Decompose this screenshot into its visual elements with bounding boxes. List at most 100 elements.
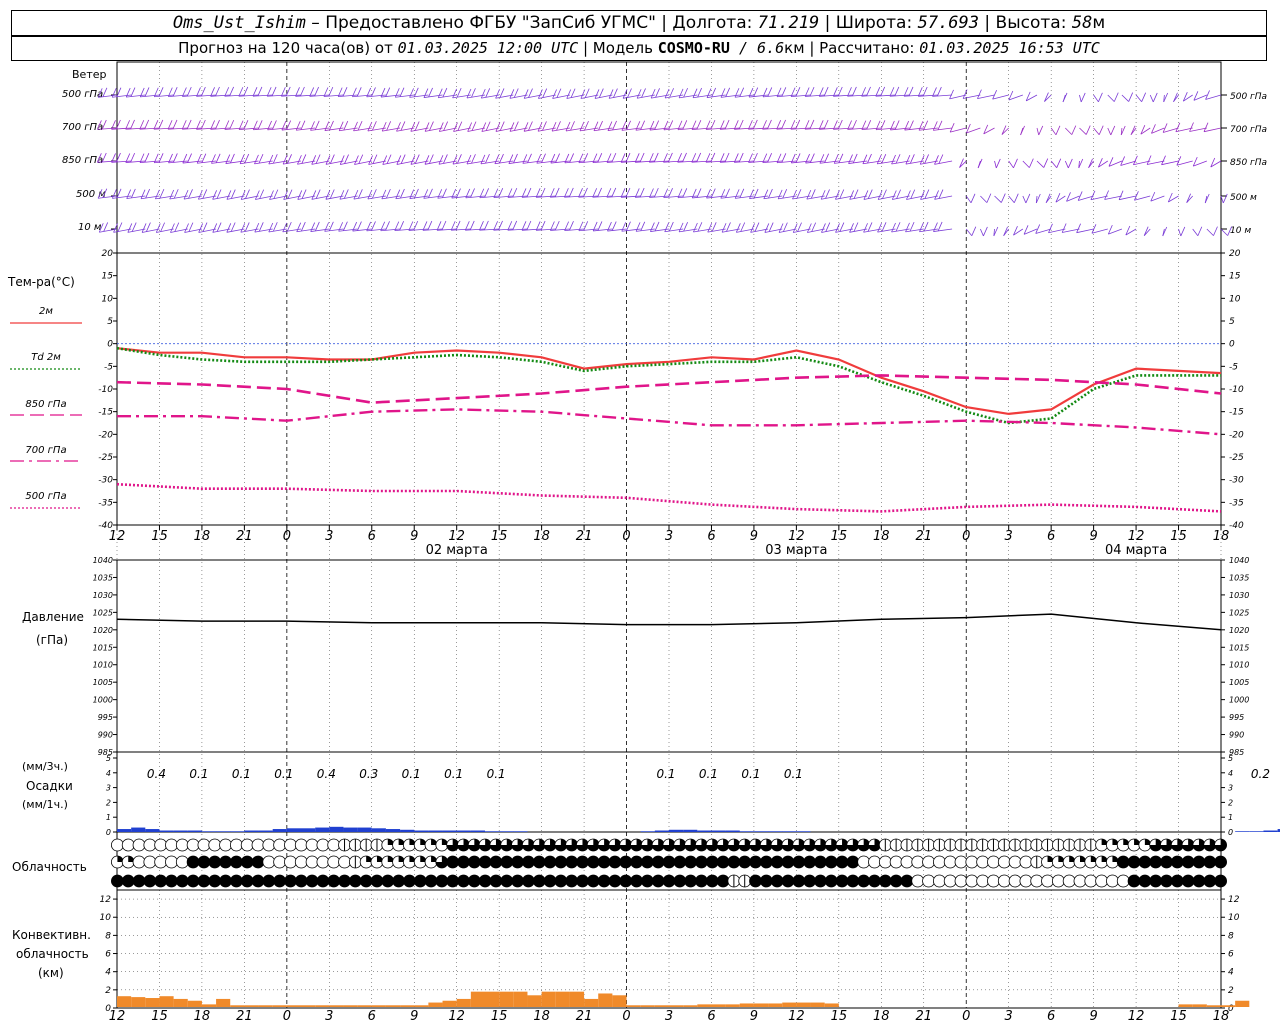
conv-bar [187, 1000, 202, 1007]
wind-barb [225, 153, 245, 164]
wind-barb [466, 154, 486, 165]
wind-barb-feather [795, 153, 801, 163]
wind-barb-feather [880, 86, 886, 97]
cloud-symbol [673, 855, 687, 869]
wind-barb-feather [937, 120, 943, 130]
wind-barb-feather [862, 154, 868, 164]
wind-barb-feather [438, 122, 444, 132]
wind-barb-feather [1071, 125, 1077, 135]
wind-barb-feather [229, 86, 234, 97]
cloud-circle [695, 855, 708, 869]
x-tick-label: 9 [1089, 529, 1097, 544]
wind-barb [282, 221, 302, 233]
wind-barb-feather [584, 88, 590, 98]
wind-barb [932, 120, 953, 131]
wind-barb-feather [96, 153, 102, 163]
wind-barb-feather [934, 190, 939, 200]
wind-barb-feather [805, 153, 810, 164]
wind-barb-feather [480, 88, 486, 99]
cloud-symbol [1214, 838, 1227, 852]
cloud-symbol [695, 855, 708, 869]
cloud-circle [446, 874, 460, 888]
cloud-symbol [532, 874, 546, 888]
wind-barb-feather [621, 121, 627, 131]
pres-ytick-label-right: 1010 [1229, 661, 1249, 670]
cloud-symbol [1008, 874, 1022, 888]
wind-barb [1066, 192, 1080, 202]
wind-barb-feather [400, 154, 406, 164]
wind-barb-feather [924, 189, 930, 199]
cloud-symbol [759, 838, 773, 852]
precip-ytick-label: 5 [106, 754, 111, 763]
x-tick-label: 9 [750, 529, 758, 544]
cloud-symbol [900, 838, 914, 852]
wind-barb-feather [849, 223, 854, 233]
x-tick-label: 18 [873, 529, 890, 544]
cloud-circle [154, 855, 168, 869]
cloud-circle [932, 874, 946, 888]
wind-barb-feather [570, 121, 575, 131]
wind-barb-feather [919, 222, 924, 232]
wind-barb-feather [556, 121, 561, 131]
conv-ytick-label: 2 [105, 986, 111, 996]
wind-barb [1134, 191, 1151, 201]
precip-ytick-label-right: 4 [1228, 769, 1233, 778]
cloud-circle [381, 874, 395, 888]
wind-barb-feather [172, 87, 178, 97]
wind-barb-feather [1110, 125, 1116, 136]
wind-barb-staff [1178, 228, 1182, 237]
cloud-symbol [586, 874, 600, 888]
wind-barb-feather [245, 189, 250, 199]
cloud-symbol [284, 838, 297, 852]
cloud-circle [684, 874, 698, 888]
wind-barb-feather [357, 189, 363, 199]
cloud-circle [911, 855, 925, 869]
wind-barb [480, 153, 500, 165]
wind-barb-feather [877, 222, 882, 233]
cloud-symbol [413, 838, 427, 852]
cloud-symbol [630, 855, 643, 869]
cloud-circle [1138, 874, 1152, 888]
wind-barb [862, 153, 882, 165]
wind-barb-feather [806, 189, 812, 200]
precip-bar [711, 830, 726, 832]
temp-ytick-label: -25 [98, 453, 113, 463]
wind-barb-feather [169, 189, 175, 200]
wind-barb-feather [254, 190, 260, 200]
wind-barb-feather [282, 222, 288, 233]
date-label: 02 марта [426, 543, 488, 558]
cloud-circle [932, 855, 946, 869]
wind-barb [1107, 224, 1123, 235]
cloud-symbol [792, 855, 806, 869]
precip-ytick-label: 2 [106, 798, 111, 807]
cloud-symbol [219, 838, 232, 852]
wind-barb-feather [172, 119, 178, 130]
wind-level-label-right: 700 гПа [1230, 125, 1267, 135]
precip-bar [697, 830, 712, 832]
cloud-circle [1170, 874, 1184, 888]
wind-barb-feather [613, 88, 618, 98]
cloud-circle [954, 874, 968, 888]
wind-barb-feather [353, 189, 359, 200]
conv-bar [697, 1004, 712, 1007]
wind-barb-feather [126, 189, 132, 199]
x-tick-label: 3 [1005, 529, 1013, 544]
cloud-symbol [1019, 838, 1033, 852]
wind-barb-feather [314, 86, 319, 97]
wind-barb-feather [949, 89, 954, 100]
precip-3h-total: 0.1 [741, 767, 760, 781]
wind-barb-feather [906, 190, 911, 200]
cloud-circle [976, 874, 990, 888]
wind-barb-feather [1000, 193, 1006, 203]
cloud-symbol [478, 838, 492, 852]
conv-bar [159, 996, 174, 1007]
cloud-symbol [727, 855, 741, 869]
wind-barb-feather [413, 87, 419, 97]
cloud-circle [965, 855, 979, 869]
cloud-circle [175, 838, 189, 852]
wind-barb-feather [725, 87, 731, 97]
cloud-symbol [284, 855, 297, 869]
wind-barb-feather [678, 88, 684, 99]
date-label: 03 марта [765, 543, 827, 558]
wind-barb-feather [753, 87, 759, 97]
